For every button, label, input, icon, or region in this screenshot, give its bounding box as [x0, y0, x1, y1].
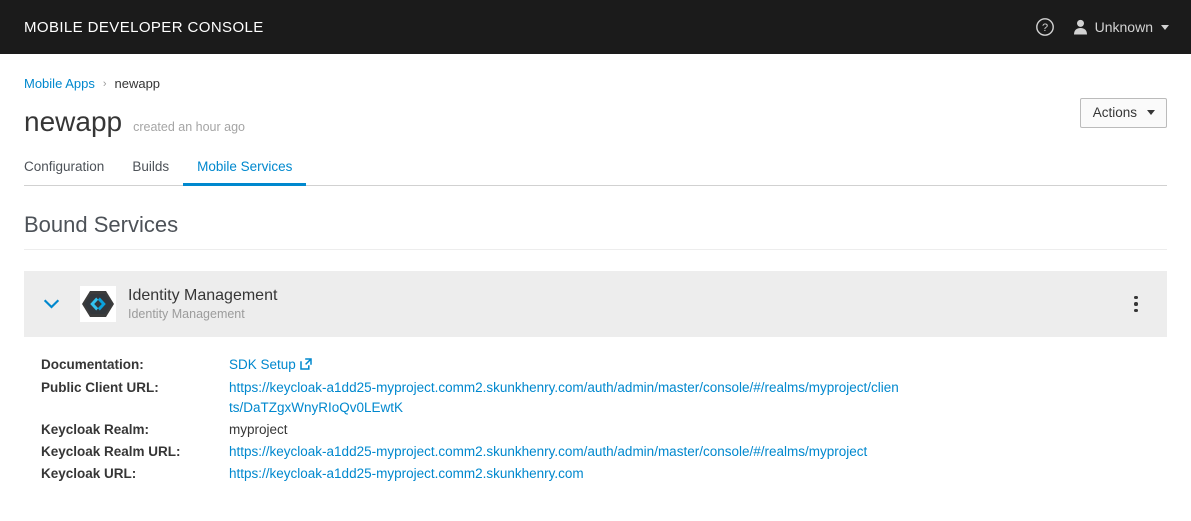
detail-label-public-client-url: Public Client URL: [41, 380, 159, 395]
tab-configuration[interactable]: Configuration [24, 153, 118, 186]
chevron-down-icon [1161, 24, 1169, 30]
tab-bar: Configuration Builds Mobile Services [24, 153, 1167, 186]
help-circle-icon[interactable]: ? [1035, 17, 1055, 37]
chevron-down-icon [1147, 110, 1155, 115]
breadcrumb-current: newapp [114, 76, 161, 91]
service-card-identity-management: Identity Management Identity Management [24, 271, 1167, 337]
detail-value-keycloak-realm-url: https://keycloak-a1dd25-myproject.comm2.… [229, 441, 1167, 463]
breadcrumb: Mobile Apps › newapp [24, 54, 1167, 91]
kebab-dot [1134, 302, 1138, 306]
section-title-bound-services: Bound Services [24, 212, 179, 237]
kebab-dot [1134, 295, 1138, 300]
actions-button-label: Actions [1092, 105, 1137, 120]
keycloak-realm-url-link[interactable]: https://keycloak-a1dd25-myproject.comm2.… [229, 442, 867, 462]
masthead: MOBILE DEVELOPER CONSOLE ? Unknown [0, 0, 1191, 54]
app-title: MOBILE DEVELOPER CONSOLE [24, 18, 264, 36]
detail-value-keycloak-url: https://keycloak-a1dd25-myproject.comm2.… [229, 463, 1167, 485]
service-name: Identity Management [128, 286, 278, 304]
section-divider [24, 249, 1167, 250]
kebab-menu-icon[interactable] [1125, 289, 1147, 319]
page-subtitle: created an hour ago [133, 120, 245, 134]
tab-mobile-services[interactable]: Mobile Services [183, 153, 307, 186]
keycloak-logo-icon [80, 286, 116, 322]
page-content: Mobile Apps › newapp newapp created an h… [0, 54, 1191, 485]
kebab-dot [1134, 308, 1138, 313]
detail-label-keycloak-realm-url: Keycloak Realm URL: [41, 444, 181, 459]
detail-label-documentation: Documentation: [41, 357, 144, 372]
detail-label-keycloak-realm: Keycloak Realm: [41, 422, 150, 437]
user-menu[interactable]: Unknown [1073, 19, 1173, 35]
sdk-setup-link[interactable]: SDK Setup [229, 357, 296, 372]
user-avatar-icon [1073, 19, 1088, 35]
svg-text:?: ? [1042, 22, 1048, 34]
service-details: Documentation: SDK Setup Public Client U… [24, 354, 1167, 485]
keycloak-url-link[interactable]: https://keycloak-a1dd25-myproject.comm2.… [229, 466, 584, 481]
page-title: newapp [24, 106, 123, 137]
masthead-actions: ? Unknown [1035, 17, 1173, 37]
breadcrumb-separator-icon: › [102, 77, 107, 90]
chevron-down-icon[interactable] [38, 291, 64, 317]
public-client-url-link[interactable]: https://keycloak-a1dd25-myproject.comm2.… [229, 378, 901, 418]
service-description: Identity Management [128, 307, 245, 321]
user-name: Unknown [1094, 19, 1153, 35]
detail-value-public-client-url: https://keycloak-a1dd25-myproject.comm2.… [229, 377, 1167, 419]
breadcrumb-link-mobile-apps[interactable]: Mobile Apps [24, 76, 95, 91]
detail-value-documentation: SDK Setup [229, 354, 1167, 377]
detail-label-keycloak-url: Keycloak URL: [41, 466, 137, 481]
external-link-icon[interactable] [300, 356, 312, 376]
service-card-text: Identity Management Identity Management [128, 287, 277, 322]
detail-value-keycloak-realm: myproject [229, 422, 288, 437]
tab-builds[interactable]: Builds [118, 153, 183, 186]
page-header: newapp created an hour ago Actions [24, 98, 1167, 137]
actions-button[interactable]: Actions [1079, 98, 1167, 128]
